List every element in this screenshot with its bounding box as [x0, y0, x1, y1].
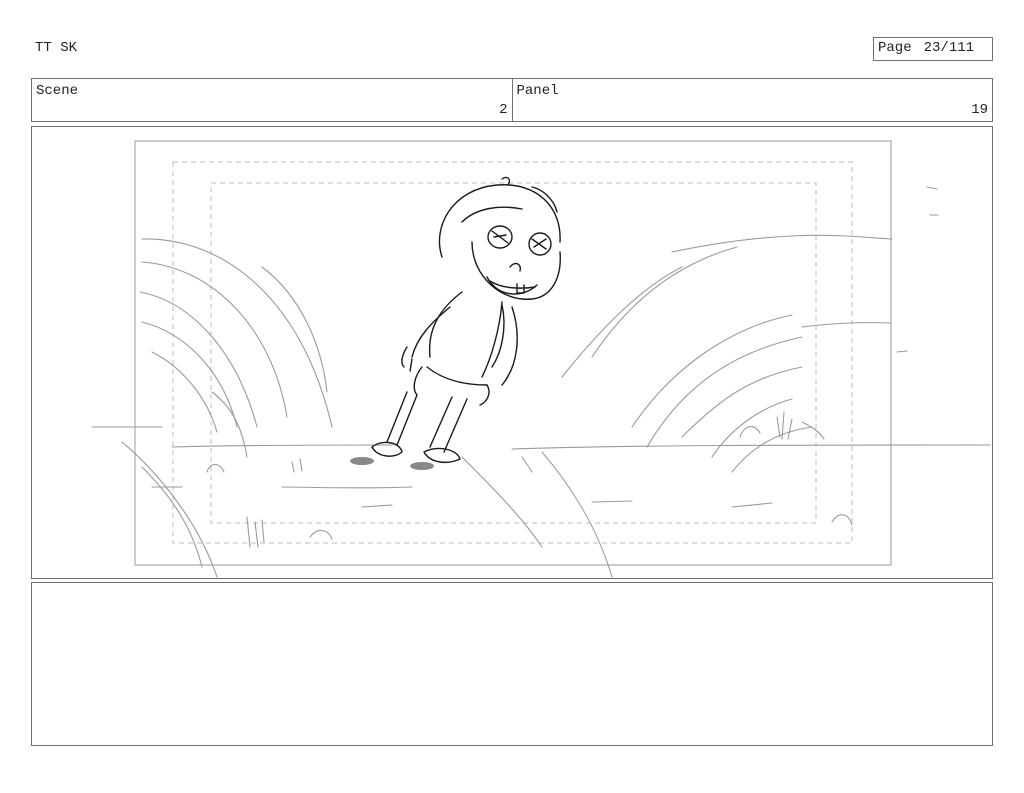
action-safe-guide [172, 161, 853, 544]
scene-number: 2 [499, 102, 508, 118]
panel-number: 19 [971, 102, 988, 118]
panel-sketch [91, 140, 991, 578]
page-indicator: Page 23/111 [873, 37, 993, 61]
title-safe-guide [210, 182, 817, 524]
panel-label: Panel [516, 83, 559, 99]
storyboard-panel [31, 126, 993, 579]
camera-frame [134, 140, 892, 566]
project-title: TT SK [35, 40, 78, 56]
character-sketch [371, 176, 561, 464]
panel-cell: Panel 19 [511, 79, 993, 121]
shadow-left [350, 457, 374, 465]
scene-cell: Scene 2 [32, 79, 512, 121]
shadow-right [410, 462, 434, 470]
scene-panel-info: Scene 2 Panel 19 [31, 78, 993, 122]
notes-area [31, 582, 993, 746]
page-number: 23/111 [923, 40, 975, 56]
page-label: Page [878, 40, 912, 56]
scene-label: Scene [36, 83, 79, 99]
